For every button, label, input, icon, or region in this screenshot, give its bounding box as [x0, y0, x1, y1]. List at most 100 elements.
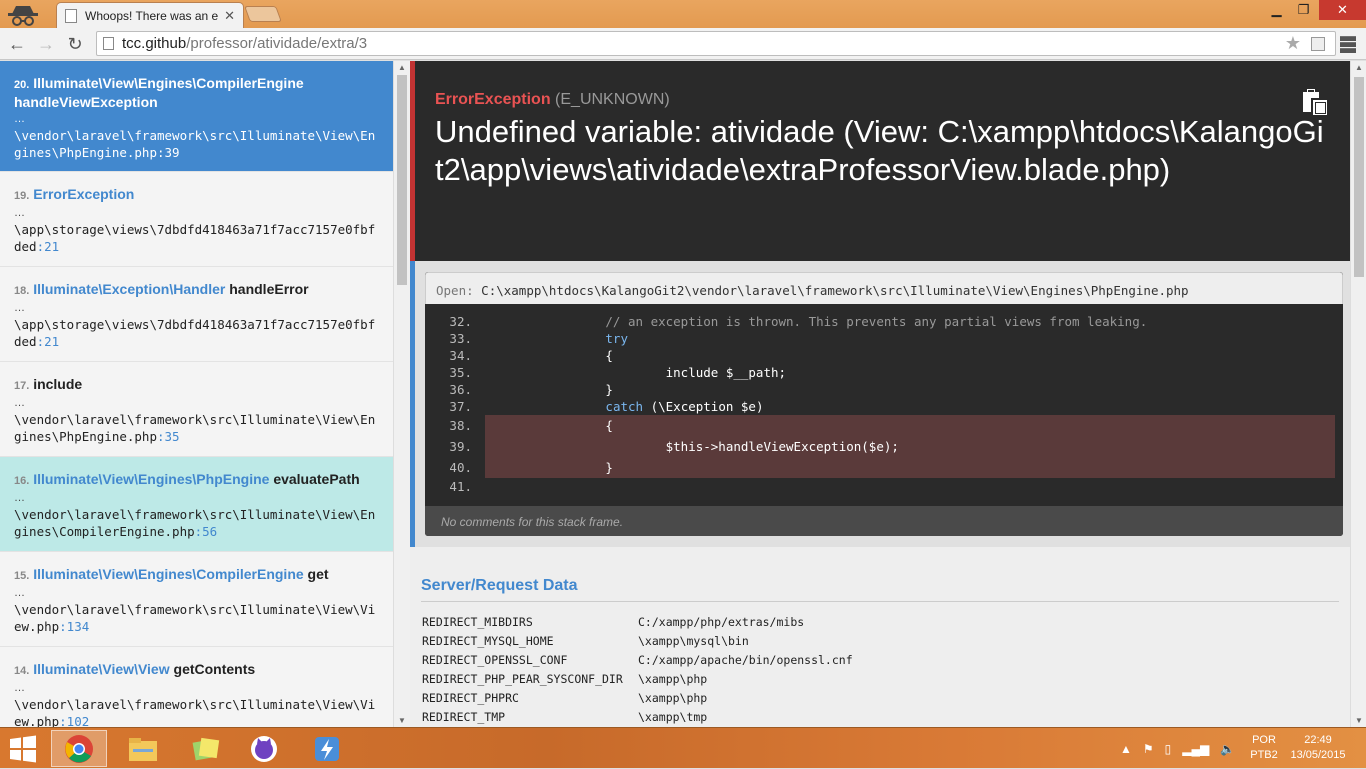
details-scrollbar[interactable]: ▲ ▼	[1350, 61, 1366, 727]
clock-date: 13/05/2015	[1290, 749, 1346, 761]
lang-code: POR	[1252, 734, 1276, 746]
code-lines: 32. // an exception is thrown. This prev…	[425, 304, 1343, 495]
restore-button[interactable]: ❐	[1290, 0, 1317, 20]
back-icon[interactable]: ←	[5, 32, 29, 56]
windows-start-icon[interactable]	[8, 734, 38, 764]
incognito-icon	[8, 6, 38, 26]
line-source: // an exception is thrown. This prevents…	[485, 314, 1148, 329]
address-bar[interactable]: tcc.github/professor/atividade/extra/3 ★	[96, 31, 1336, 56]
scrollbar-thumb[interactable]	[1354, 77, 1364, 277]
server-data-row: REDIRECT_MIBDIRS C:/xampp/php/extras/mibs	[421, 612, 853, 631]
stack-frame[interactable]: 14. Illuminate\View\View getContents … \ve…	[0, 647, 393, 727]
line-source: {	[485, 348, 613, 363]
clock[interactable]: 22:49 13/05/2015	[1286, 733, 1350, 763]
frame-class: Illuminate\View\Engines\PhpEngine	[33, 471, 270, 487]
taskbar-chrome[interactable]	[51, 730, 107, 767]
stack-frame[interactable]: 17. include … \vendor\laravel\framework\sr…	[0, 362, 393, 457]
code-line: 37. catch (\Exception $e)	[425, 398, 1343, 415]
stack-frame[interactable]: 19. ErrorException … \app\storage\views\7…	[0, 172, 393, 267]
frame-function: getContents	[173, 661, 256, 677]
new-tab-button[interactable]	[244, 6, 282, 22]
frame-ellipsis: …	[14, 207, 25, 219]
server-data-table: REDIRECT_MIBDIRS C:/xampp/php/extras/mibs…	[421, 612, 853, 726]
code-line: 40. }	[425, 457, 1343, 478]
flag-icon[interactable]: ⚑	[1143, 742, 1154, 756]
server-value: \xampp\php	[638, 671, 708, 686]
taskbar-explorer[interactable]	[115, 730, 171, 767]
frame-function: handleError	[229, 281, 309, 297]
code-line: 41.	[425, 478, 1343, 495]
frame-index: 16.	[14, 475, 30, 487]
stack-frame[interactable]: 15. Illuminate\View\Engines\CompilerEngi…	[0, 552, 393, 647]
frame-file: \vendor\laravel\framework\src\Illuminate…	[14, 506, 379, 540]
clipboard-icon[interactable]	[1302, 89, 1330, 117]
open-file-bar[interactable]: Open: C:\xampp\htdocs\KalangoGit2\vendor…	[425, 272, 1343, 304]
frame-file: \vendor\laravel\framework\src\Illuminate…	[14, 696, 379, 727]
signal-icon[interactable]: ▂▄▆	[1182, 742, 1209, 756]
minimize-button[interactable]: ▁	[1263, 0, 1290, 20]
scroll-down-icon[interactable]: ▼	[398, 716, 406, 725]
tab-whoops[interactable]: Whoops! There was an error. ✕	[56, 2, 244, 28]
extension-icon[interactable]	[1311, 37, 1325, 51]
bookmark-star-icon[interactable]: ★	[1285, 33, 1301, 54]
taskbar-notes[interactable]	[177, 730, 233, 767]
taskbar-sublime[interactable]	[299, 730, 355, 767]
server-key: REDIRECT_TMP	[422, 709, 506, 724]
exception-class: ErrorException	[435, 91, 551, 108]
line-number: 39.	[449, 439, 472, 454]
frames-scrollbar[interactable]: ▲ ▼	[393, 61, 410, 727]
frame-line: :56	[194, 524, 218, 539]
code-frame-section: Open: C:\xampp\htdocs\KalangoGit2\vendor…	[410, 261, 1350, 547]
scroll-up-icon[interactable]: ▲	[398, 63, 406, 72]
frame-title: 19. ErrorException	[14, 186, 379, 205]
server-value: \xampp\php	[638, 690, 708, 705]
reload-icon[interactable]: ↻	[63, 32, 87, 56]
exception-message: Undefined variable: atividade (View: C:\…	[435, 114, 1324, 187]
frame-file: \vendor\laravel\framework\src\Illuminate…	[14, 127, 379, 161]
line-number: 34.	[449, 348, 472, 363]
stack-frame[interactable]: 16. Illuminate\View\Engines\PhpEngine ev…	[0, 457, 393, 552]
frame-file-path: \vendor\laravel\framework\src\Illuminate…	[14, 412, 376, 444]
scroll-down-icon[interactable]: ▼	[1355, 716, 1363, 725]
frame-class: ErrorException	[33, 186, 135, 202]
input-language[interactable]: POR PTB2	[1246, 733, 1282, 763]
code-line: 34. {	[425, 347, 1343, 364]
frame-line: :39	[157, 145, 180, 160]
frame-function: evaluatePath	[273, 471, 360, 487]
frame-title: 14. Illuminate\View\View getContents	[14, 661, 379, 680]
frame-class: Illuminate\Exception\Handler	[33, 281, 226, 297]
line-source: $this->handleViewException($e);	[485, 436, 1335, 457]
code-viewer: Open: C:\xampp\htdocs\KalangoGit2\vendor…	[425, 272, 1343, 536]
frame-index: 19.	[14, 190, 30, 202]
frame-class: Illuminate\View\Engines\CompilerEngine	[33, 566, 304, 582]
frame-function: handleViewException	[14, 94, 158, 110]
stack-frame[interactable]: 20. Illuminate\View\Engines\CompilerEngi…	[0, 61, 393, 172]
server-key: REDIRECT_PHP_PEAR_SYSCONF_DIR	[422, 671, 623, 686]
server-value: \xampp\tmp	[638, 709, 708, 724]
frame-file-path: \app\storage\views\7dbdfd418463a71f7acc7…	[14, 317, 376, 349]
battery-icon[interactable]: ▯	[1165, 742, 1172, 756]
scrollbar-thumb[interactable]	[397, 75, 407, 285]
hamburger-icon[interactable]: ▬ ▬ ▬	[1340, 29, 1356, 57]
forward-icon[interactable]: →	[34, 32, 58, 56]
tab-close-icon[interactable]: ✕	[224, 8, 235, 24]
frame-ellipsis: …	[14, 587, 25, 599]
frame-line: :134	[59, 619, 90, 634]
frame-title: 15. Illuminate\View\Engines\CompilerEngi…	[14, 566, 379, 585]
chrome-icon	[65, 734, 93, 763]
show-hidden-icons[interactable]: ▲	[1120, 742, 1132, 756]
scroll-up-icon[interactable]: ▲	[1355, 63, 1363, 72]
volume-icon[interactable]: 🔈	[1220, 742, 1235, 756]
frame-title: 16. Illuminate\View\Engines\PhpEngine ev…	[14, 471, 379, 490]
stack-frame[interactable]: 18. Illuminate\Exception\Handler handleE…	[0, 267, 393, 362]
server-data-row: REDIRECT_PHPRC \xampp\php	[421, 688, 853, 707]
line-number: 32.	[449, 314, 472, 329]
line-number: 41.	[449, 479, 472, 494]
window-close-button[interactable]: ✕	[1319, 0, 1366, 20]
line-number: 40.	[449, 460, 472, 475]
frame-file: \app\storage\views\7dbdfd418463a71f7acc7…	[14, 221, 379, 255]
frame-line: :35	[157, 429, 180, 444]
frame-file-path: \vendor\laravel\framework\src\Illuminate…	[14, 128, 376, 160]
taskbar-github[interactable]	[236, 730, 292, 767]
open-file-path[interactable]: C:\xampp\htdocs\KalangoGit2\vendor\larav…	[481, 283, 1188, 298]
